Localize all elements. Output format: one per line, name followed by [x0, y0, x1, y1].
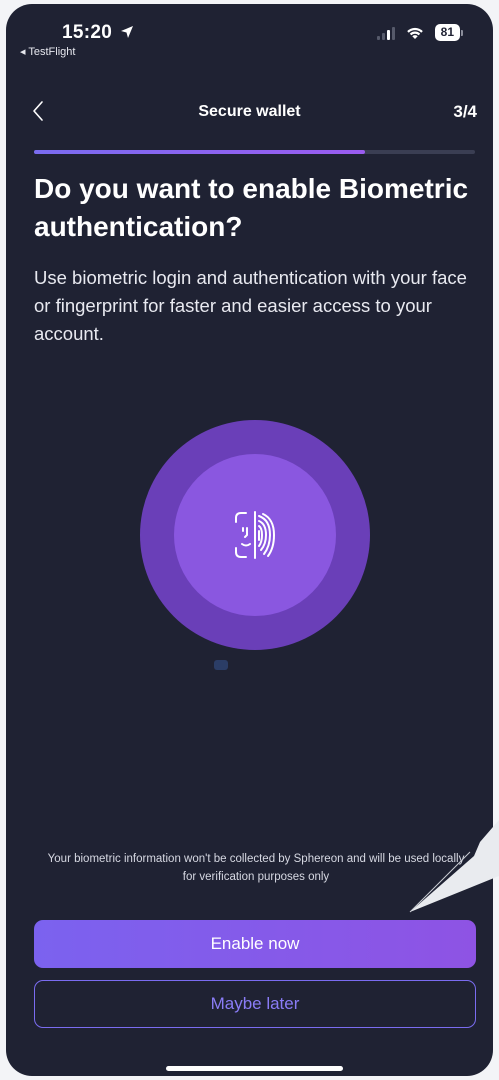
step-counter: 3/4 — [453, 102, 477, 121]
carousel-indicator — [214, 660, 228, 670]
cellular-signal-icon — [376, 26, 395, 40]
progress-fill — [34, 150, 365, 154]
biometric-illustration-inner-circle — [174, 454, 336, 616]
testflight-back-link[interactable]: ◂ TestFlight — [20, 45, 75, 58]
status-bar: 15:20 ◂ TestFlight 81 — [6, 4, 493, 68]
phone-screen: 15:20 ◂ TestFlight 81 Secure wallet 3/4 … — [6, 4, 493, 1076]
status-icons: 81 — [376, 24, 463, 41]
nav-header: Secure wallet 3/4 — [6, 96, 493, 132]
biometric-illustration-outer-circle — [140, 420, 370, 650]
page-title: Secure wallet — [198, 103, 301, 120]
status-time: 15:20 — [62, 22, 134, 44]
battery-icon: 81 — [434, 24, 463, 41]
battery-level: 81 — [434, 24, 460, 41]
privacy-disclaimer: Your biometric information won't be coll… — [47, 853, 465, 883]
biometric-description: Use biometric login and authentication w… — [34, 267, 467, 344]
maybe-later-button[interactable]: Maybe later — [34, 980, 476, 1028]
enable-now-button[interactable]: Enable now — [34, 920, 476, 968]
home-indicator — [166, 1066, 343, 1071]
location-arrow-icon — [120, 26, 133, 38]
progress-bar — [34, 150, 475, 154]
biometric-question-title: Do you want to enable Biometric authenti… — [34, 173, 469, 242]
wifi-icon — [406, 27, 423, 39]
face-fingerprint-icon — [235, 511, 276, 559]
